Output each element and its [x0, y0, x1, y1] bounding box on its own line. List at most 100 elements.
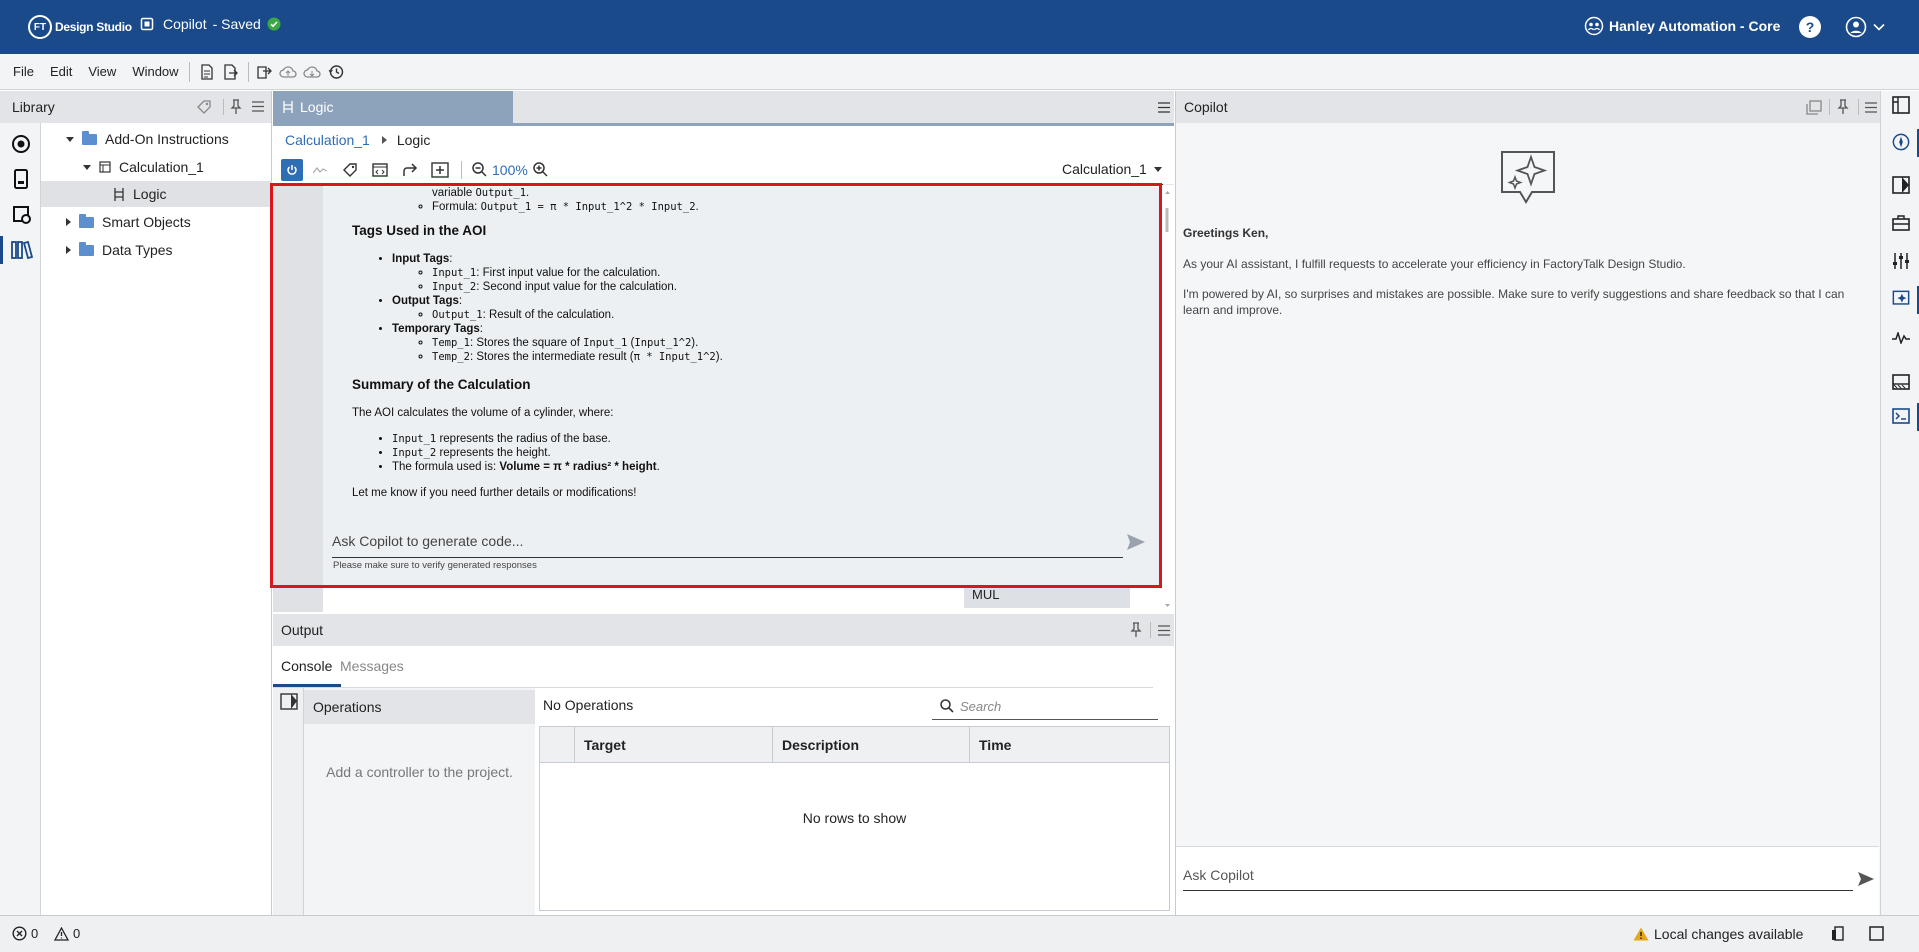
trend-icon[interactable] — [311, 161, 329, 179]
copilot-chat-input[interactable]: Ask Copilot — [1183, 864, 1853, 891]
tab-console[interactable]: Console — [281, 658, 332, 674]
user-menu[interactable] — [1845, 16, 1885, 38]
tree-item-label: Smart Objects — [102, 214, 191, 230]
response-text: . — [526, 187, 530, 199]
menu-view[interactable]: View — [88, 64, 116, 79]
tree-item-logic[interactable]: Logic — [41, 181, 272, 207]
grid-empty-message: No rows to show — [802, 810, 907, 826]
response-code: Output_1 — [432, 309, 483, 321]
tree-item-data-types[interactable]: Data Types — [66, 237, 173, 263]
warning-count[interactable]: 0 — [54, 926, 80, 941]
panel-menu-icon[interactable] — [1158, 625, 1170, 636]
app-logo[interactable]: FT Design Studio — [28, 15, 132, 39]
response-code: Input_1 — [432, 267, 477, 279]
column-description[interactable]: Description — [782, 737, 859, 753]
pin-icon[interactable] — [1836, 99, 1850, 115]
response-text: : Stores the intermediate result ( — [469, 351, 634, 363]
help-icon[interactable]: ? — [1799, 16, 1821, 38]
cloud-download-icon[interactable] — [302, 63, 321, 81]
maximize-icon[interactable] — [1869, 926, 1884, 941]
dock-left-icon[interactable] — [1831, 926, 1845, 941]
tree-item-calculation-1[interactable]: Calculation_1 — [83, 154, 204, 180]
controller-icon[interactable] — [11, 134, 31, 154]
copilot-code-input[interactable]: Ask Copilot to generate code... — [332, 528, 1123, 558]
copilot-response: variable Output_1. Formula: Output_1 = π… — [352, 187, 1142, 520]
zoom-out-icon[interactable] — [470, 161, 488, 179]
user-avatar-icon — [1845, 16, 1867, 38]
chevron-down-icon — [1873, 23, 1885, 31]
tab-messages[interactable]: Messages — [340, 658, 404, 674]
new-project-icon[interactable] — [198, 63, 216, 81]
copilot-disclaimer-text: I'm powered by AI, so surprises and mist… — [1183, 287, 1845, 317]
history-icon[interactable] — [327, 63, 345, 81]
tree-item-label: Logic — [133, 186, 167, 202]
logic-toolbar: 100% Calculation_1 — [273, 155, 1174, 186]
menu-file[interactable]: File — [13, 64, 34, 79]
power-toggle-icon[interactable] — [281, 158, 303, 181]
response-bold: Volume = π * radius² * height — [499, 461, 657, 473]
redirect-icon[interactable] — [401, 161, 419, 179]
trend-chart-icon[interactable] — [1892, 329, 1910, 347]
response-label: Temporary Tags — [392, 323, 480, 335]
response-code: Temp_2 — [432, 351, 470, 363]
response-code: Input_1 — [392, 433, 437, 445]
send-icon[interactable] — [1857, 871, 1875, 887]
terminal-icon[interactable] — [1892, 407, 1910, 425]
panel-menu-icon[interactable] — [1158, 102, 1170, 113]
menu-edit[interactable]: Edit — [50, 64, 72, 79]
export-icon[interactable] — [255, 63, 273, 81]
tag-icon[interactable] — [196, 99, 212, 115]
panel-menu-icon[interactable] — [1865, 102, 1877, 113]
panel-layout-icon[interactable] — [1892, 96, 1910, 114]
settings-doc-icon[interactable] — [12, 205, 32, 225]
routine-select[interactable]: Calculation_1 — [1062, 161, 1162, 177]
error-count[interactable]: 0 — [12, 926, 38, 941]
properties-panel-icon[interactable] — [1892, 176, 1910, 194]
open-project-icon[interactable] — [222, 63, 240, 81]
compass-icon[interactable] — [1892, 133, 1910, 151]
editor-scrollbar[interactable] — [1163, 188, 1172, 610]
ladder-logic-icon — [114, 187, 124, 201]
saved-check-icon — [267, 17, 281, 31]
tree-item-label: Data Types — [102, 242, 173, 258]
send-icon[interactable] — [1126, 533, 1146, 551]
code-view-icon[interactable] — [371, 161, 389, 179]
menu-window[interactable]: Window — [132, 64, 178, 79]
device-icon[interactable] — [13, 169, 29, 189]
cloud-upload-icon[interactable] — [278, 63, 297, 81]
operations-rail — [273, 688, 304, 915]
copilot-greeting: Greetings Ken, — [1183, 226, 1269, 240]
copilot-panel-icon[interactable] — [1892, 290, 1910, 308]
search-field[interactable]: Search — [932, 693, 1158, 720]
copilot-header: Copilot — [1175, 91, 1880, 123]
tab-logic[interactable]: Logic — [273, 91, 513, 123]
pin-icon[interactable] — [229, 99, 243, 115]
account-switcher[interactable]: Hanley Automation - Core — [1584, 16, 1780, 36]
response-paragraph: The AOI calculates the volume of a cylin… — [352, 407, 614, 419]
tree-item-smart-objects[interactable]: Smart Objects — [66, 209, 191, 235]
breadcrumb-calculation-1[interactable]: Calculation_1 — [285, 132, 370, 148]
local-changes-status[interactable]: Local changes available — [1633, 926, 1803, 942]
ai-generate-icon[interactable] — [431, 161, 449, 179]
tree-item-add-on-instructions[interactable]: Add-On Instructions — [66, 126, 229, 152]
bottom-panel-icon[interactable] — [1892, 373, 1910, 391]
no-operations-label: No Operations — [543, 697, 634, 713]
response-text: ). — [691, 337, 699, 349]
response-heading: Tags Used in the AOI — [352, 223, 487, 238]
copilot-sparkle-icon — [1498, 149, 1558, 205]
tag-icon[interactable] — [341, 161, 359, 179]
column-target[interactable]: Target — [584, 737, 626, 753]
toolbox-icon[interactable] — [1892, 214, 1910, 232]
response-label: Output Tags — [392, 295, 459, 307]
grid-header: Target Description Time — [540, 727, 1169, 763]
sliders-icon[interactable] — [1892, 252, 1910, 270]
column-time[interactable]: Time — [979, 737, 1011, 753]
new-chat-icon[interactable] — [1806, 100, 1822, 115]
panel-menu-icon[interactable] — [252, 101, 264, 112]
collapse-panel-icon[interactable] — [280, 693, 298, 710]
library-books-icon[interactable] — [11, 240, 33, 260]
menu-bar: File Edit View Window — [0, 54, 1919, 90]
pin-icon[interactable] — [1129, 622, 1143, 638]
aoi-icon — [99, 161, 111, 173]
zoom-in-icon[interactable] — [532, 161, 550, 179]
